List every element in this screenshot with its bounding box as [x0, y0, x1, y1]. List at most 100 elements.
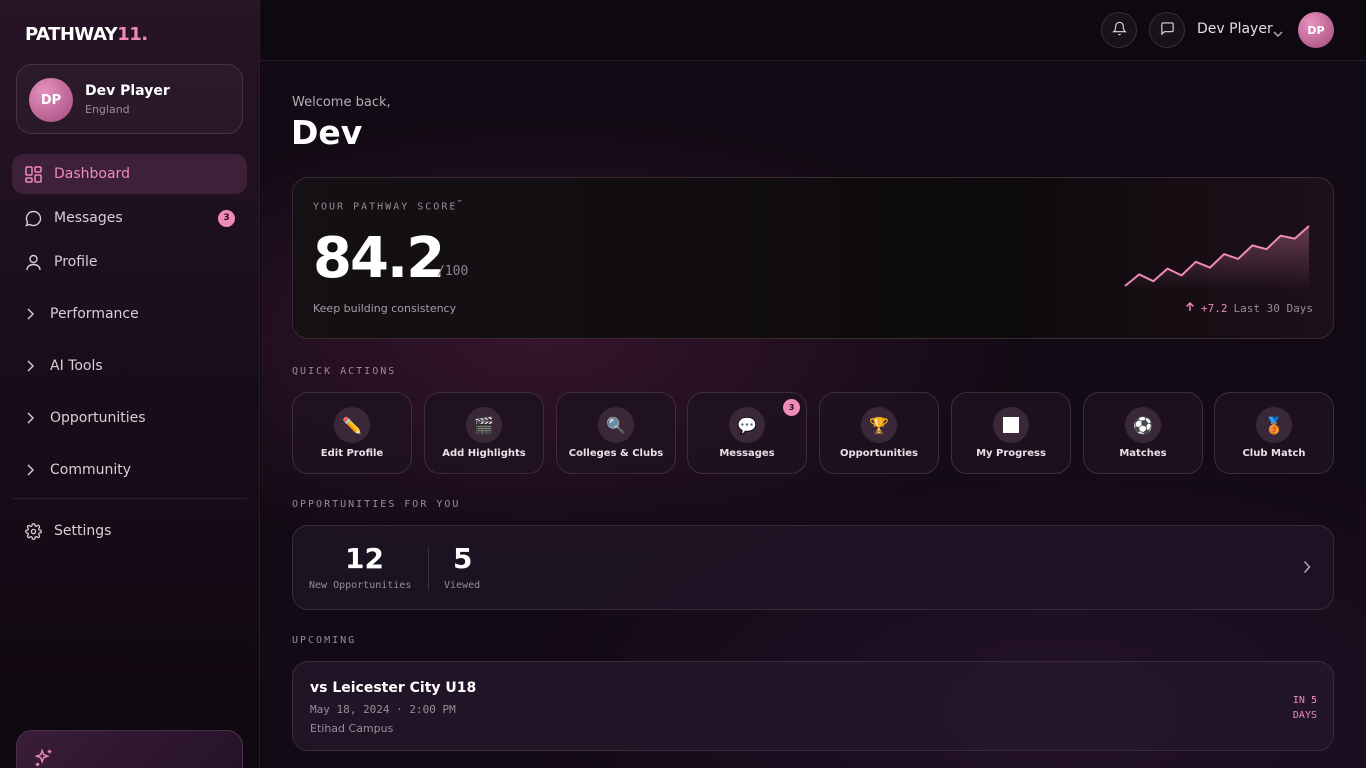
sidebar-item-label: Settings: [54, 523, 112, 539]
medal-icon: 🥉: [1256, 407, 1292, 443]
quick-action-label: Club Match: [1242, 448, 1306, 459]
user-country: England: [85, 103, 130, 116]
messages-button[interactable]: [1149, 12, 1185, 48]
quick-action-label: Add Highlights: [442, 448, 526, 459]
score-label-text: YOUR PATHWAY SCORE: [313, 201, 458, 213]
countdown-line-1: IN 5: [1292, 695, 1317, 706]
score-delta: +7.2: [1201, 302, 1228, 315]
sidebar-item-dashboard[interactable]: Dashboard: [12, 154, 247, 194]
score-label: YOUR PATHWAY SCORE™: [313, 199, 464, 212]
avatar: DP: [29, 78, 73, 122]
header-avatar[interactable]: DP: [1298, 12, 1334, 48]
quick-action-opportunities[interactable]: 🏆 Opportunities: [819, 392, 939, 474]
chevron-right-icon: [26, 412, 40, 424]
score-trend-chart: [1124, 225, 1310, 290]
quick-action-club-match[interactable]: 🥉 Club Match: [1214, 392, 1334, 474]
chat-icon: [1160, 21, 1175, 40]
magnifier-icon: 🔍: [598, 407, 634, 443]
score-value: 84.2: [313, 226, 445, 291]
chevron-down-icon[interactable]: [1273, 23, 1283, 42]
clapper-icon: 🎬: [466, 407, 502, 443]
upcoming-heading: UPCOMING: [292, 635, 357, 646]
messages-count-badge: 3: [218, 209, 235, 227]
trophy-icon: 🏆: [861, 407, 897, 443]
sidebar-item-label: Performance: [50, 306, 139, 322]
sidebar-item-label: Community: [50, 462, 132, 478]
quick-action-matches[interactable]: ⚽ Matches: [1083, 392, 1203, 474]
stat-divider: [428, 548, 429, 590]
quick-action-label: Colleges & Clubs: [568, 448, 664, 459]
ai-assistant-card[interactable]: [16, 730, 243, 768]
user-profile-card[interactable]: DP Dev Player England: [16, 64, 243, 134]
quick-action-add-highlights[interactable]: 🎬 Add Highlights: [424, 392, 544, 474]
match-date: May 18, 2024 · 2:00 PM: [310, 703, 456, 716]
quick-action-messages[interactable]: 💬 Messages 3: [687, 392, 807, 474]
header-user-name[interactable]: Dev Player: [1197, 21, 1273, 37]
pathway-score-card[interactable]: YOUR PATHWAY SCORE™ 84.2 /100 Keep build…: [292, 177, 1334, 339]
match-title: vs Leicester City U18: [310, 680, 477, 696]
sidebar-item-community[interactable]: Community: [12, 450, 247, 490]
brand-logo[interactable]: PATHWAY11.: [25, 24, 148, 45]
brand-suffix: 11.: [117, 24, 148, 45]
chevron-right-icon: [26, 464, 40, 476]
user-name: Dev Player: [85, 83, 170, 99]
score-max: /100: [437, 264, 469, 279]
quick-action-my-progress[interactable]: My Progress: [951, 392, 1071, 474]
user-icon: [24, 253, 42, 271]
new-opportunities-label: New Opportunities: [309, 580, 412, 591]
welcome-greeting: Welcome back,: [292, 95, 391, 110]
speech-bubble-icon: 💬: [729, 407, 765, 443]
sidebar-item-settings[interactable]: Settings: [12, 511, 247, 551]
sidebar-item-opportunities[interactable]: Opportunities: [12, 398, 247, 438]
bell-icon: [1111, 21, 1127, 40]
gear-icon: [24, 522, 42, 540]
match-countdown: IN 5 DAYS: [1257, 693, 1317, 723]
messages-badge: 3: [783, 399, 800, 416]
opportunities-card[interactable]: 12 New Opportunities 5 Viewed: [292, 525, 1334, 610]
message-icon: [24, 209, 42, 227]
sidebar-item-ai-tools[interactable]: AI Tools: [12, 346, 247, 386]
sidebar-item-profile[interactable]: Profile: [12, 242, 247, 282]
top-header: Dev Player DP: [260, 0, 1366, 61]
quick-action-label: Matches: [1119, 448, 1167, 459]
score-subtitle: Keep building consistency: [313, 302, 457, 315]
sidebar-item-label: Dashboard: [54, 166, 130, 182]
viewed-count: 5: [453, 542, 473, 575]
quick-action-label: Opportunities: [839, 448, 918, 459]
sparkle-icon: [33, 747, 55, 768]
sidebar-item-messages[interactable]: Messages 3: [12, 198, 247, 238]
arrow-up-icon: [1185, 302, 1195, 315]
dashboard-icon: [24, 165, 42, 183]
quick-action-label: My Progress: [976, 448, 1046, 459]
square-icon: [993, 407, 1029, 443]
countdown-line-2: DAYS: [1292, 710, 1317, 721]
opportunities-heading: OPPORTUNITIES FOR YOU: [292, 499, 461, 510]
page-title: Dev: [291, 113, 363, 152]
quick-action-edit-profile[interactable]: ✏️ Edit Profile: [292, 392, 412, 474]
sidebar-item-performance[interactable]: Performance: [12, 294, 247, 334]
quick-action-colleges-clubs[interactable]: 🔍 Colleges & Clubs: [556, 392, 676, 474]
sidebar-divider: [12, 498, 247, 499]
score-trend: +7.2 Last 30 Days: [1185, 302, 1313, 315]
sidebar-item-label: Messages: [54, 210, 123, 226]
sidebar-item-label: Opportunities: [50, 410, 146, 426]
soccer-ball-icon: ⚽: [1125, 407, 1161, 443]
upcoming-match-card[interactable]: vs Leicester City U18 May 18, 2024 · 2:0…: [292, 661, 1334, 751]
main-content: Welcome back, Dev YOUR PATHWAY SCORE™ 84…: [261, 61, 1366, 768]
score-period: Last 30 Days: [1233, 302, 1313, 315]
sidebar-item-label: AI Tools: [50, 358, 103, 374]
new-opportunities-count: 12: [345, 542, 384, 575]
quick-action-label: Messages: [719, 448, 775, 459]
chevron-right-icon[interactable]: [1303, 559, 1311, 578]
chevron-right-icon: [26, 308, 40, 320]
trademark-symbol: ™: [457, 199, 464, 207]
viewed-label: Viewed: [444, 580, 481, 591]
quick-action-label: Edit Profile: [320, 448, 384, 459]
chevron-right-icon: [26, 360, 40, 372]
quick-actions-heading: QUICK ACTIONS: [292, 366, 397, 377]
sidebar-item-label: Profile: [54, 254, 98, 270]
brand-name: PATHWAY: [25, 24, 118, 45]
sidebar: PATHWAY11. DP Dev Player England Dashboa…: [0, 0, 260, 768]
notifications-button[interactable]: [1101, 12, 1137, 48]
pencil-icon: ✏️: [334, 407, 370, 443]
